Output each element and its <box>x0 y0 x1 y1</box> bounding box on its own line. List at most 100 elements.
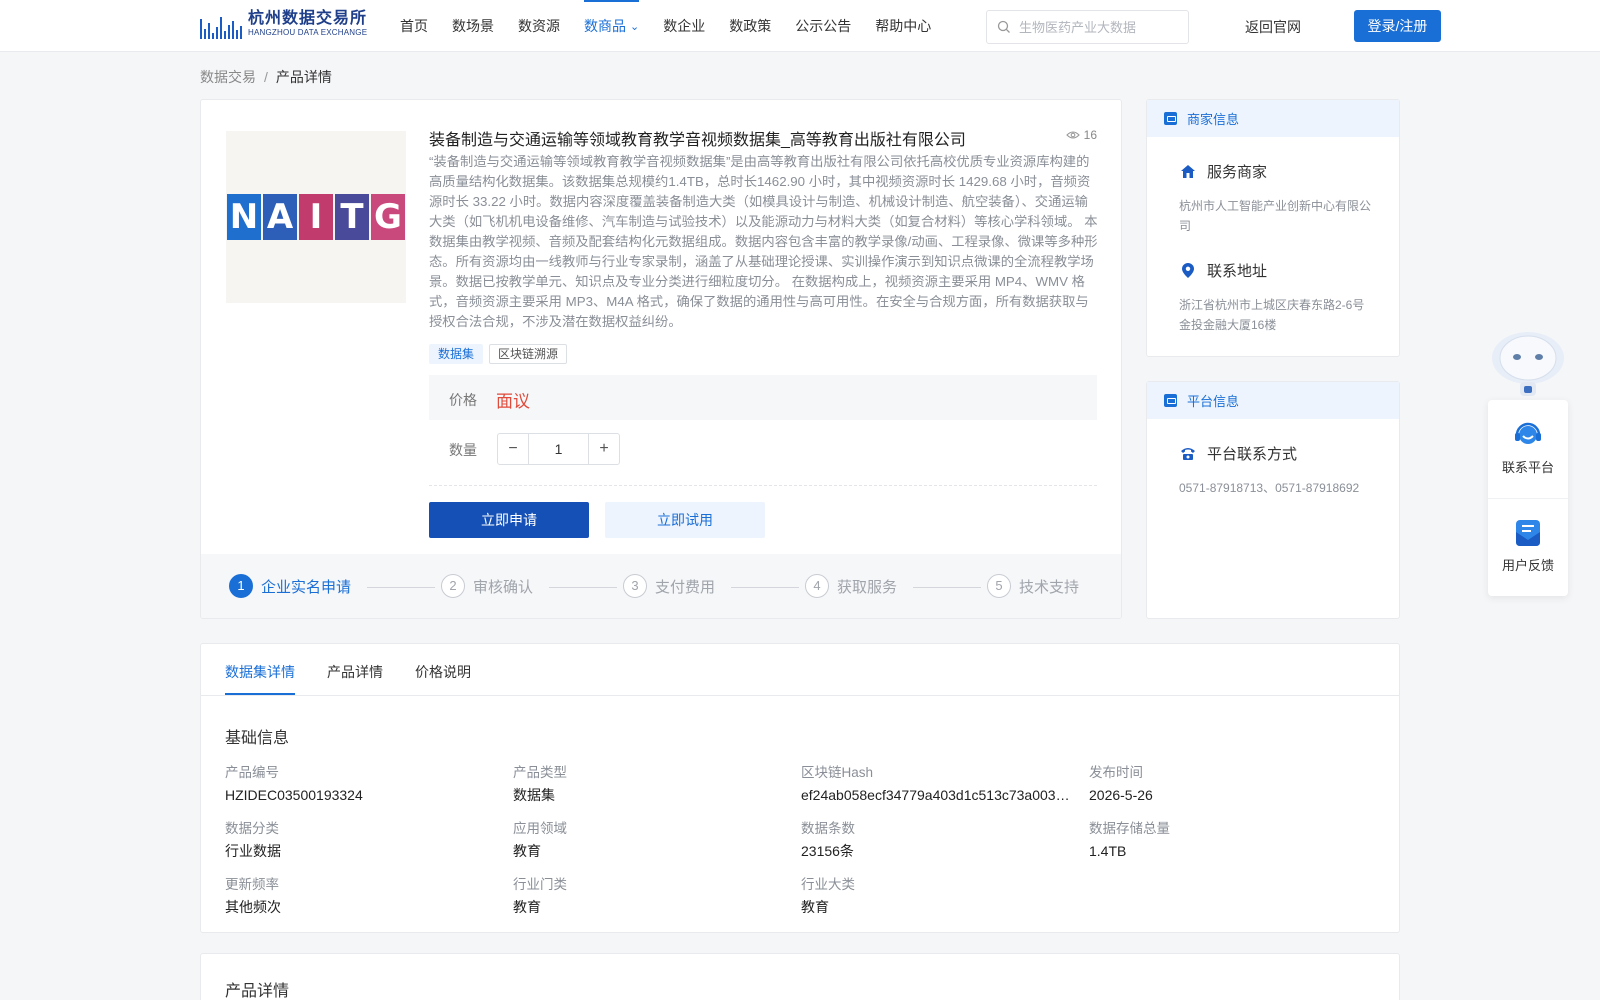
breadcrumb-root[interactable]: 数据交易 <box>200 69 256 85</box>
site-logo[interactable]: 杭州数据交易所 HANGZHOU DATA EXCHANGE <box>200 9 367 39</box>
field-data-category: 数据分类 行业数据 <box>225 820 505 860</box>
step-number: 4 <box>805 574 829 598</box>
contact-address-block: 联系地址 浙江省杭州市上城区庆春东路2-6号金投金融大厦16楼 <box>1147 260 1399 335</box>
nav-announcements[interactable]: 公示公告 <box>795 0 851 52</box>
active-tab-indicator <box>225 693 295 695</box>
price-label: 价格 <box>449 392 477 408</box>
field-key: 数据分类 <box>225 821 279 836</box>
step-connector <box>367 587 435 588</box>
home-icon <box>1179 163 1197 181</box>
field-record-count: 数据条数 23156条 <box>801 820 1081 860</box>
tab-product-details[interactable]: 产品详情 <box>327 662 383 682</box>
platform-info-header: 平台信息 <box>1147 382 1399 419</box>
field-value: 23156条 <box>801 843 854 859</box>
step-label: 审核确认 <box>473 578 534 596</box>
contact-address-title: 联系地址 <box>1207 263 1268 280</box>
shop-icon <box>1164 112 1177 125</box>
contact-platform-label: 联系平台 <box>1501 460 1554 475</box>
try-now-button[interactable]: 立即试用 <box>605 502 765 538</box>
quantity-increase-button[interactable]: + <box>588 434 619 464</box>
phone-icon <box>1179 445 1197 463</box>
location-pin-icon <box>1179 262 1197 280</box>
back-to-site-link[interactable]: 返回官网 <box>1245 17 1301 37</box>
thumb-letter: T <box>335 194 369 240</box>
float-divider <box>1488 498 1568 499</box>
thumb-letter: A <box>263 194 297 240</box>
field-product-type: 产品类型 数据集 <box>513 764 793 804</box>
step-connector <box>549 587 617 588</box>
step-label: 企业实名申请 <box>261 578 352 596</box>
tag-blockchain: 区块链溯源 <box>489 344 568 364</box>
field-key: 应用领域 <box>513 821 567 836</box>
nav-home[interactable]: 首页 <box>400 0 428 52</box>
step-label: 技术支持 <box>1019 578 1080 596</box>
user-feedback-button[interactable]: 用户反馈 <box>1488 518 1568 574</box>
product-thumbnail: N A I T G <box>226 131 406 303</box>
step-5: 5 技术支持 <box>987 574 1079 598</box>
search-input[interactable] <box>1019 19 1179 35</box>
price-value: 面议 <box>496 392 530 411</box>
product-title: 装备制造与交通运输等领域教育教学音视频数据集_高等教育出版社有限公司 <box>429 132 966 149</box>
product-card: N A I T G 装备制造与交通运输等领域教育教学音视频数据集_高等教育出版社… <box>200 99 1122 619</box>
field-value: 其他频次 <box>225 899 281 915</box>
apply-now-button[interactable]: 立即申请 <box>429 502 589 538</box>
nav-products-label: 数商品 <box>584 18 626 34</box>
logo-bars-icon <box>200 9 244 39</box>
nav-scenes[interactable]: 数场景 <box>452 0 494 52</box>
field-value: HZIDEC03500193324 <box>225 787 363 803</box>
nav-help[interactable]: 帮助中心 <box>875 0 931 52</box>
assistant-robot-icon[interactable] <box>1488 326 1568 402</box>
platform-info-panel: 平台信息 平台联系方式 0571-87918713、0571-87918692 <box>1146 381 1400 619</box>
thumb-letter: G <box>371 194 405 240</box>
contact-platform-button[interactable]: 联系平台 <box>1488 420 1568 476</box>
step-connector <box>913 587 981 588</box>
login-register-button[interactable]: 登录/注册 <box>1354 10 1441 42</box>
dataset-detail-section: 数据集详情 产品详情 价格说明 基础信息 产品编号 HZIDEC035001933… <box>200 643 1400 933</box>
field-value: 数据集 <box>513 787 555 803</box>
user-feedback-label: 用户反馈 <box>1501 558 1554 573</box>
field-publish-time: 发布时间 2026-5-26 <box>1089 764 1369 804</box>
basic-info-title: 基础信息 <box>225 730 290 747</box>
field-key: 发布时间 <box>1089 765 1143 780</box>
merchant-info-panel: 商家信息 服务商家 杭州市人工智能产业创新中心有限公司 联系地址 浙江省杭州市上… <box>1146 99 1400 357</box>
nav-resources[interactable]: 数资源 <box>518 0 560 52</box>
breadcrumb-separator: / <box>264 69 268 85</box>
field-key: 更新频率 <box>225 877 279 892</box>
field-value: 行业数据 <box>225 843 281 859</box>
field-product-id: 产品编号 HZIDEC03500193324 <box>225 764 505 804</box>
thumb-letter: N <box>227 194 261 240</box>
field-key: 数据存储总量 <box>1089 821 1170 836</box>
eye-icon <box>1065 131 1080 139</box>
step-label: 支付费用 <box>655 578 716 596</box>
search-icon <box>997 20 1010 33</box>
search-box[interactable] <box>986 10 1189 44</box>
nav-products[interactable]: 数商品 ⌄ <box>584 0 640 52</box>
merchant-info-header: 商家信息 <box>1147 100 1399 137</box>
step-label: 获取服务 <box>837 578 898 596</box>
chevron-down-icon: ⌄ <box>630 21 640 33</box>
breadcrumb-current: 产品详情 <box>275 69 332 85</box>
nav-policies[interactable]: 数政策 <box>729 0 771 52</box>
field-value: ef24ab058ecf34779a403d1c513c73a0036… <box>801 787 1076 803</box>
field-storage-total: 数据存储总量 1.4TB <box>1089 820 1369 860</box>
quantity-input[interactable]: 1 <box>529 434 588 464</box>
view-count-value: 16 <box>1083 128 1097 142</box>
field-key: 行业大类 <box>801 877 855 892</box>
headset-icon <box>1515 422 1541 444</box>
tab-dataset-details[interactable]: 数据集详情 <box>225 662 295 682</box>
step-4: 4 获取服务 <box>805 574 897 598</box>
service-merchant-block: 服务商家 杭州市人工智能产业创新中心有限公司 <box>1147 161 1399 236</box>
service-merchant-title: 服务商家 <box>1207 164 1268 181</box>
tab-price-info[interactable]: 价格说明 <box>415 662 471 682</box>
field-key: 产品编号 <box>225 765 279 780</box>
feedback-mail-icon <box>1516 520 1540 546</box>
platform-contact-title: 平台联系方式 <box>1207 446 1298 463</box>
field-value: 教育 <box>513 843 541 859</box>
nav-enterprises[interactable]: 数企业 <box>663 0 705 52</box>
step-number: 2 <box>441 574 465 598</box>
service-merchant-value: 杭州市人工智能产业创新中心有限公司 <box>1179 199 1372 233</box>
field-value: 1.4TB <box>1089 843 1127 859</box>
quantity-decrease-button[interactable]: − <box>498 434 529 464</box>
monitor-icon <box>1164 394 1177 407</box>
main-nav: 首页 数场景 数资源 数商品 ⌄ 数企业 数政策 公示公告 帮助中心 <box>400 0 955 52</box>
